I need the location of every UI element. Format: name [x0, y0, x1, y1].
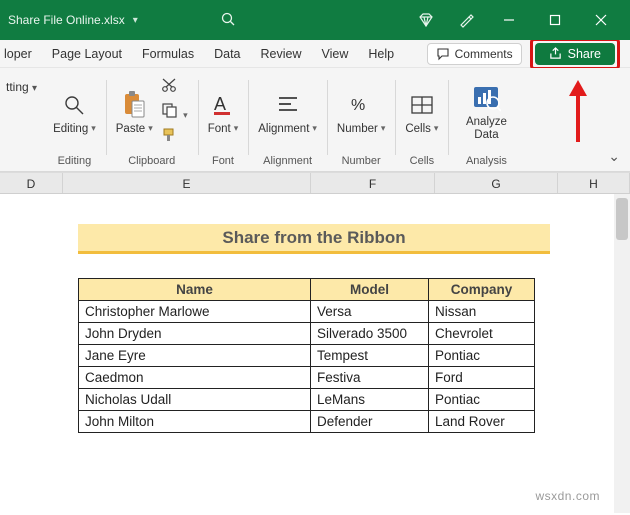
font-icon: A	[208, 90, 238, 120]
table-header-row: Name Model Company	[79, 279, 535, 301]
ribbon: tting ▾ Editing ▾ Editing Paste ▾ ▾	[0, 68, 630, 172]
highlight-arrow	[569, 80, 587, 142]
data-table: Name Model Company Christopher MarloweVe…	[78, 278, 535, 433]
svg-text:A: A	[214, 94, 226, 114]
cell-company[interactable]: Chevrolet	[429, 323, 535, 345]
cell-name[interactable]: John Milton	[79, 411, 311, 433]
share-label: Share	[568, 47, 601, 61]
copy-icon[interactable]: ▾	[161, 102, 188, 123]
comments-label: Comments	[455, 47, 513, 61]
table-row[interactable]: CaedmonFestivaFord	[79, 367, 535, 389]
group-label-analysis: Analysis	[466, 155, 507, 167]
col-header-f[interactable]: F	[311, 173, 435, 193]
ribbon-tabs: loper Page Layout Formulas Data Review V…	[0, 40, 630, 68]
th-model: Model	[311, 279, 429, 301]
number-icon: %	[346, 90, 376, 120]
cell-model[interactable]: Tempest	[311, 345, 429, 367]
alignment-icon	[273, 90, 303, 120]
title-dropdown-icon[interactable]: ▾	[133, 15, 138, 26]
cell-company[interactable]: Ford	[429, 367, 535, 389]
paste-icon	[119, 90, 149, 120]
paste-button[interactable]: Paste ▾	[116, 90, 153, 135]
cell-company[interactable]: Pontiac	[429, 389, 535, 411]
document-title: Share File Online.xlsx	[8, 13, 125, 27]
cell-model[interactable]: Defender	[311, 411, 429, 433]
truncated-command[interactable]: tting ▾	[2, 76, 41, 94]
cell-model[interactable]: Silverado 3500	[311, 323, 429, 345]
tab-data[interactable]: Data	[212, 43, 242, 65]
alignment-button[interactable]: Alignment ▾	[258, 90, 317, 135]
analyze-data-icon	[471, 83, 501, 113]
diamond-premium-icon[interactable]	[406, 0, 446, 40]
tab-formulas[interactable]: Formulas	[140, 43, 196, 65]
collapse-ribbon-icon[interactable]: ⌄	[608, 148, 620, 165]
worksheet-area[interactable]: Share from the Ribbon Name Model Company…	[0, 194, 630, 513]
cell-name[interactable]: Christopher Marlowe	[79, 301, 311, 323]
table-row[interactable]: Nicholas UdallLeMansPontiac	[79, 389, 535, 411]
group-analysis: Analyze Data Analysis	[448, 74, 524, 171]
cell-model[interactable]: Festiva	[311, 367, 429, 389]
group-label-font: Font	[212, 155, 234, 167]
search-icon[interactable]	[220, 11, 236, 30]
group-number: % Number ▾ Number	[327, 74, 395, 171]
cell-name[interactable]: Jane Eyre	[79, 345, 311, 367]
group-label-alignment: Alignment	[263, 155, 312, 167]
close-button[interactable]	[578, 0, 624, 40]
group-alignment: Alignment ▾ Alignment	[248, 74, 327, 171]
group-label-cells: Cells	[410, 155, 434, 167]
group-label-editing: Editing	[58, 155, 92, 167]
th-company: Company	[429, 279, 535, 301]
tab-view[interactable]: View	[320, 43, 351, 65]
cells-icon	[407, 90, 437, 120]
tab-page-layout[interactable]: Page Layout	[50, 43, 124, 65]
title-bar: Share File Online.xlsx ▾	[0, 0, 630, 40]
cell-model[interactable]: Versa	[311, 301, 429, 323]
cell-model[interactable]: LeMans	[311, 389, 429, 411]
tab-developer[interactable]: loper	[2, 43, 34, 65]
table-row[interactable]: John MiltonDefenderLand Rover	[79, 411, 535, 433]
table-row[interactable]: Christopher MarloweVersaNissan	[79, 301, 535, 323]
cell-company[interactable]: Pontiac	[429, 345, 535, 367]
sheet-banner: Share from the Ribbon	[78, 224, 550, 254]
cell-name[interactable]: John Dryden	[79, 323, 311, 345]
vertical-scrollbar[interactable]	[614, 194, 630, 513]
cut-icon[interactable]	[161, 77, 188, 98]
scrollbar-thumb[interactable]	[616, 198, 628, 240]
cell-name[interactable]: Nicholas Udall	[79, 389, 311, 411]
cell-company[interactable]: Nissan	[429, 301, 535, 323]
coming-soon-icon[interactable]	[446, 0, 486, 40]
group-cells: Cells ▾ Cells	[395, 74, 448, 171]
share-button[interactable]: Share	[535, 43, 615, 65]
col-header-d[interactable]: D	[0, 173, 63, 193]
col-header-g[interactable]: G	[435, 173, 558, 193]
cell-company[interactable]: Land Rover	[429, 411, 535, 433]
editing-button[interactable]: Editing ▾	[53, 90, 96, 135]
svg-text:%: %	[351, 97, 365, 114]
column-headers: D E F G H	[0, 172, 630, 194]
cell-name[interactable]: Caedmon	[79, 367, 311, 389]
group-label-number: Number	[342, 155, 381, 167]
editing-icon	[59, 90, 89, 120]
font-button[interactable]: A Font ▾	[208, 90, 239, 135]
group-font: A Font ▾ Font	[198, 74, 249, 171]
minimize-button[interactable]	[486, 0, 532, 40]
tab-help[interactable]: Help	[366, 43, 396, 65]
number-button[interactable]: % Number ▾	[337, 90, 385, 135]
th-name: Name	[79, 279, 311, 301]
cells-button[interactable]: Cells ▾	[405, 90, 438, 135]
table-row[interactable]: John DrydenSilverado 3500Chevrolet	[79, 323, 535, 345]
watermark: wsxdn.com	[535, 489, 600, 503]
tab-review[interactable]: Review	[259, 43, 304, 65]
col-header-h[interactable]: H	[558, 173, 630, 193]
col-header-e[interactable]: E	[63, 173, 311, 193]
group-clipboard: Paste ▾ ▾ Clipboard	[106, 74, 198, 171]
group-editing: Editing ▾ Editing	[43, 74, 106, 171]
comments-button[interactable]: Comments	[427, 43, 522, 65]
share-highlight: Share	[530, 38, 620, 70]
analyze-data-button[interactable]: Analyze Data	[458, 83, 514, 141]
format-painter-icon[interactable]	[161, 127, 188, 148]
table-row[interactable]: Jane EyreTempestPontiac	[79, 345, 535, 367]
maximize-button[interactable]	[532, 0, 578, 40]
group-label-clipboard: Clipboard	[128, 155, 175, 167]
